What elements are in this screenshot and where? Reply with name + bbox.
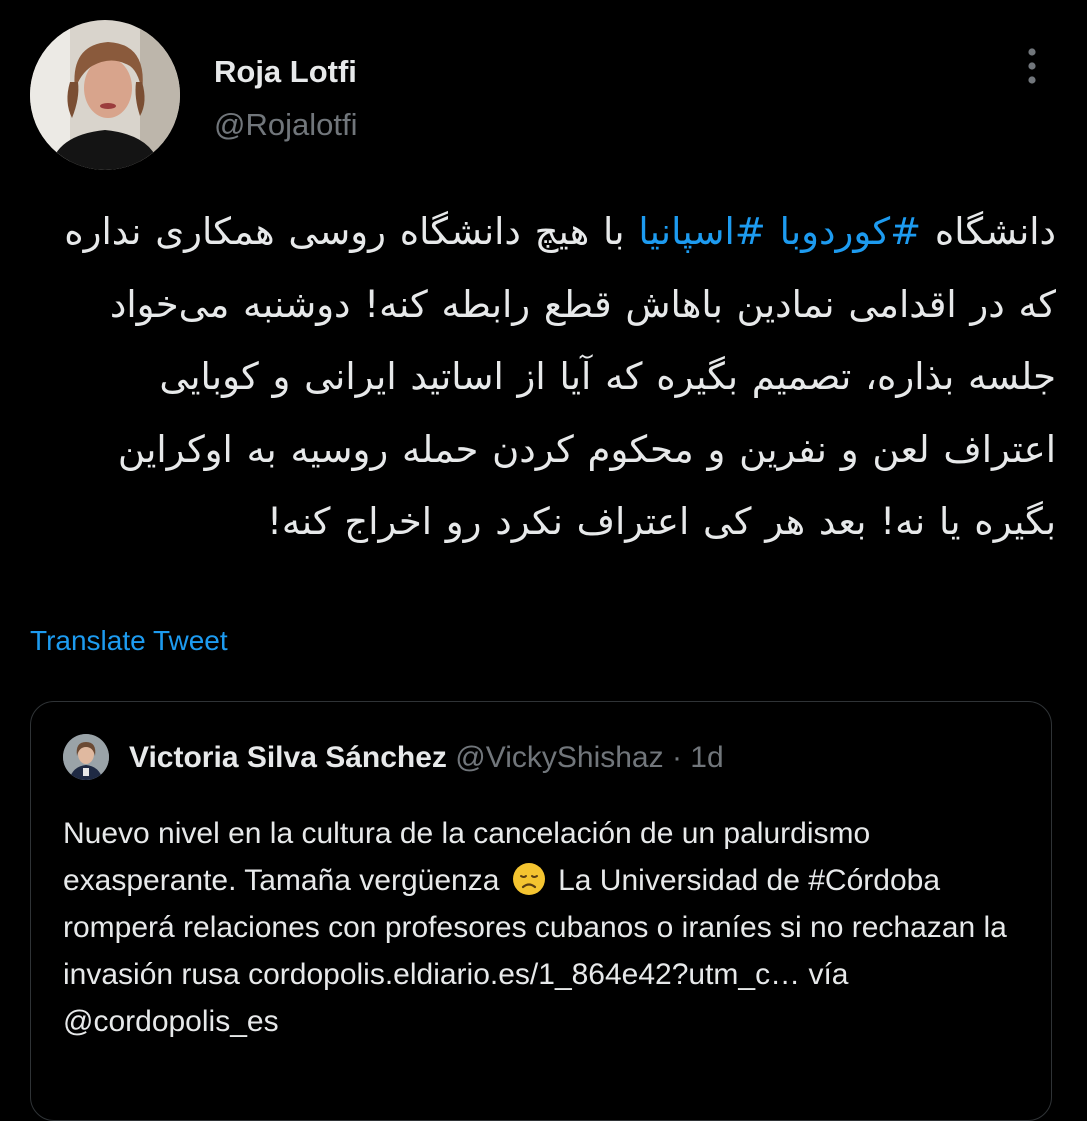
quoted-tweet-text: Nuevo nivel en la cultura de la cancelac… <box>63 810 1033 1045</box>
tweet-text-segment: دانشگاه <box>921 210 1056 253</box>
more-options-icon[interactable] <box>1014 42 1050 90</box>
quoted-author-name[interactable]: Victoria Silva Sánchez <box>129 741 447 774</box>
hashtag-link[interactable]: #اسپانیا <box>638 210 765 253</box>
tweet-text-segment: با هیچ دانشگاه روسی همکاری نداره که در ا… <box>64 210 1056 543</box>
quoted-tweet-time[interactable]: 1d <box>690 741 723 774</box>
tweet-text: دانشگاه #کوردوبا #اسپانیا با هیچ دانشگاه… <box>40 196 1056 559</box>
tweet-text-segment <box>766 210 780 253</box>
quoted-tweet-header: Victoria Silva Sánchez @VickyShishaz · 1… <box>129 740 724 776</box>
quoted-author-avatar[interactable] <box>63 734 109 780</box>
translate-tweet-link[interactable]: Translate Tweet <box>30 624 228 658</box>
author-avatar[interactable] <box>30 20 180 170</box>
disappointed-face-icon <box>512 862 546 896</box>
author-name[interactable]: Roja Lotfi <box>214 53 357 91</box>
author-photo-icon <box>30 20 180 170</box>
author-handle[interactable]: @Rojalotfi <box>214 106 357 144</box>
quoted-author-photo-icon <box>63 734 109 780</box>
quoted-tweet-card[interactable]: Victoria Silva Sánchez @VickyShishaz · 1… <box>30 701 1052 1121</box>
quoted-author-handle[interactable]: @VickyShishaz <box>455 741 663 774</box>
hashtag-link[interactable]: #کوردوبا <box>780 210 922 253</box>
separator-dot: · <box>671 741 682 774</box>
